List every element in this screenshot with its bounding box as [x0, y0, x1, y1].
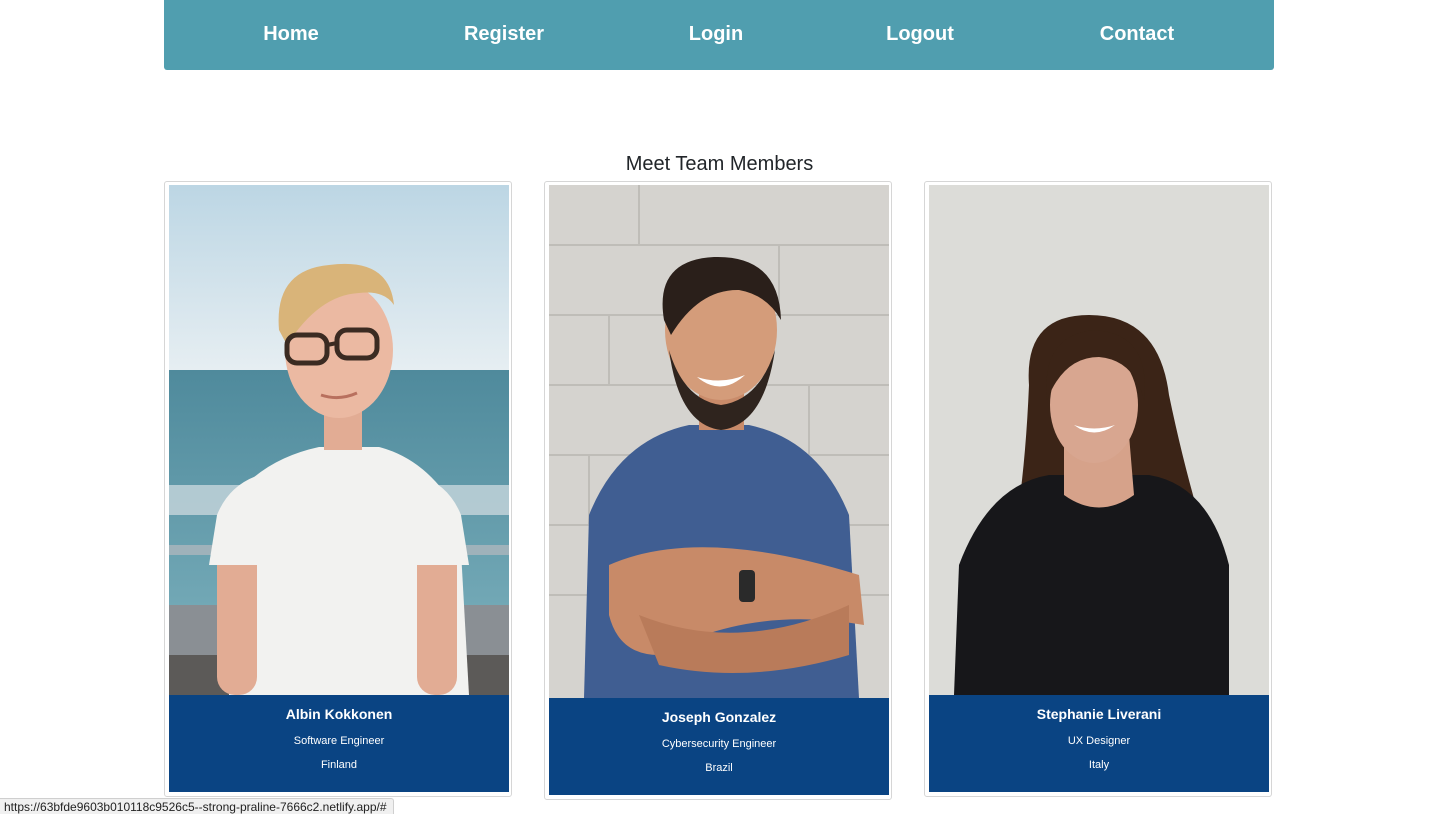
member-photo — [169, 185, 509, 695]
member-name: Joseph Gonzalez — [661, 709, 777, 725]
nav-contact-link[interactable]: Contact — [1100, 0, 1174, 68]
team-member-card: Stephanie Liverani UX Designer Italy — [924, 181, 1272, 797]
nav-home-link[interactable]: Home — [263, 0, 319, 68]
member-caption: Joseph Gonzalez Cybersecurity Engineer B… — [549, 698, 889, 795]
team-member-card: Albin Kokkonen Software Engineer Finland — [164, 181, 512, 797]
member-role: Cybersecurity Engineer — [661, 738, 777, 750]
page-title: Meet Team Members — [625, 153, 814, 175]
nav-register-link[interactable]: Register — [464, 0, 544, 68]
member-name: Albin Kokkonen — [285, 706, 393, 722]
member-caption: Stephanie Liverani UX Designer Italy — [929, 695, 1269, 792]
member-role: UX Designer — [1067, 735, 1131, 747]
member-photo — [929, 185, 1269, 695]
navbar: Home Register Login Logout Contact — [164, 0, 1274, 70]
member-name: Stephanie Liverani — [1036, 706, 1162, 722]
member-role: Software Engineer — [293, 735, 385, 747]
team-member-card: Joseph Gonzalez Cybersecurity Engineer B… — [544, 181, 892, 800]
member-country: Finland — [320, 759, 358, 771]
nav-login-link[interactable]: Login — [689, 0, 743, 68]
member-country: Italy — [1088, 759, 1110, 771]
status-bar-url: https://63bfde9603b010118c9526c5--strong… — [0, 798, 394, 814]
nav-logout-link[interactable]: Logout — [886, 0, 954, 68]
member-caption: Albin Kokkonen Software Engineer Finland — [169, 695, 509, 792]
member-photo — [549, 185, 889, 698]
member-country: Brazil — [705, 762, 733, 774]
